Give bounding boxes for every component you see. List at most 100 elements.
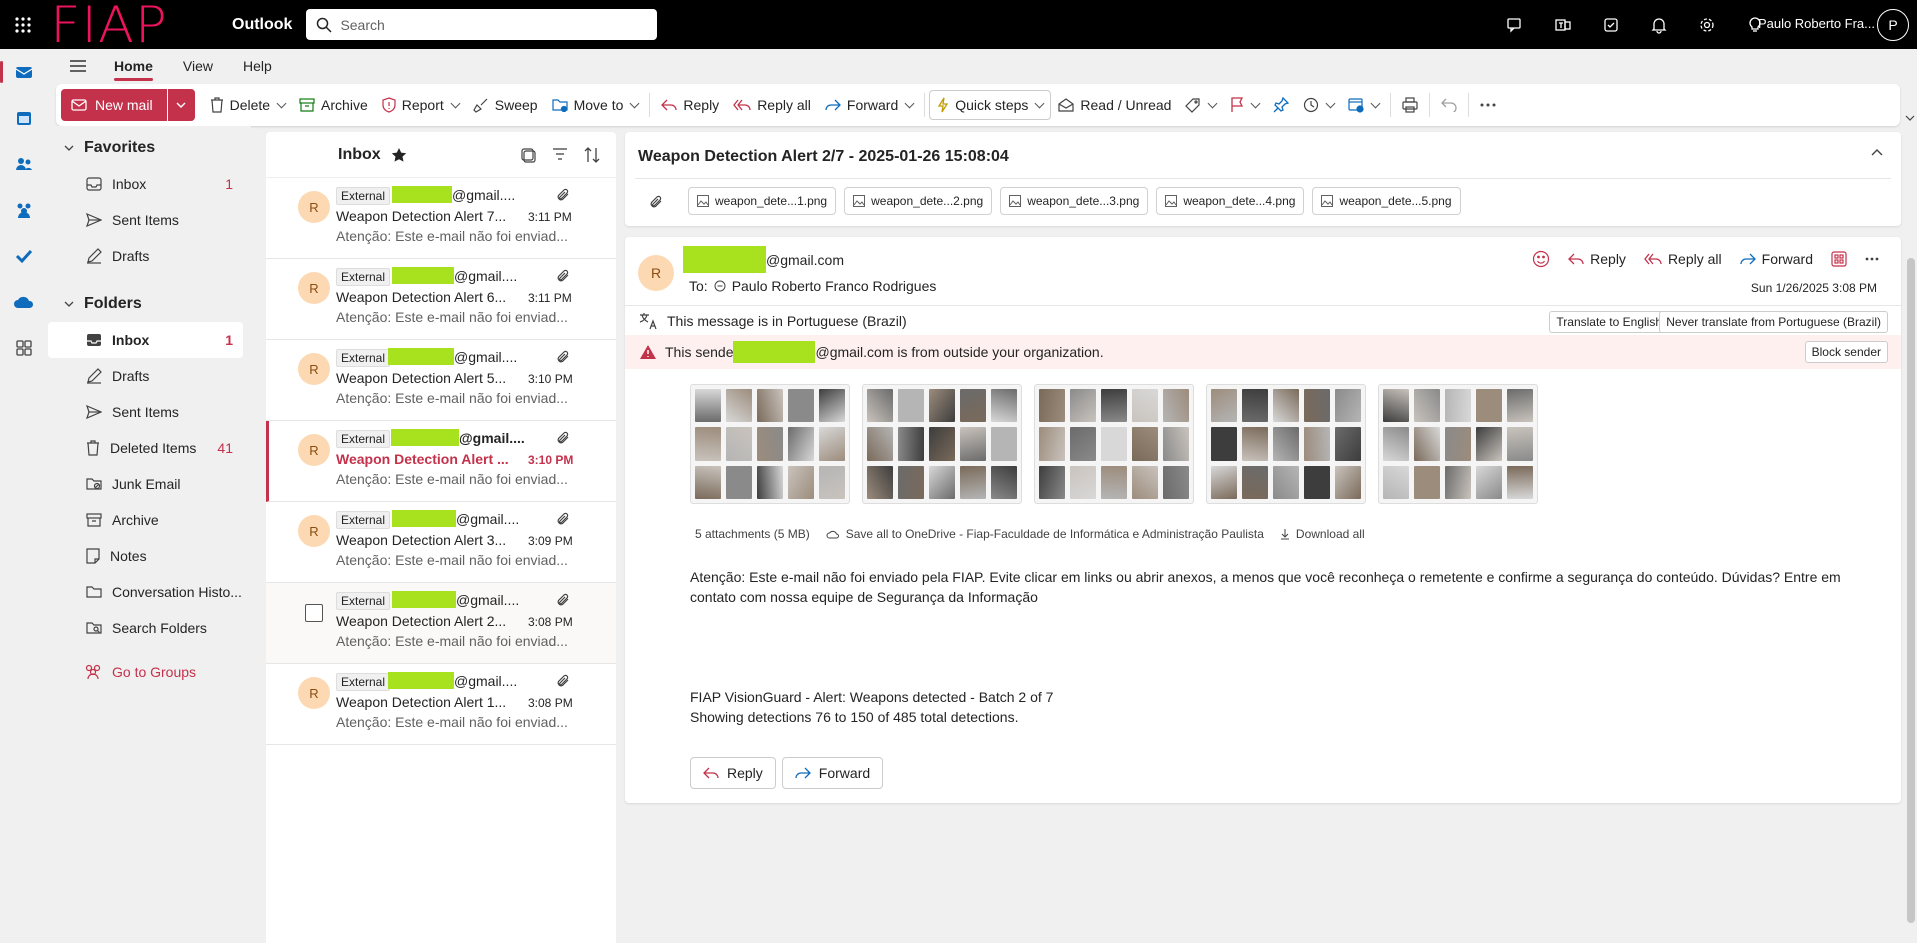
block-sender-button[interactable]: Block sender xyxy=(1804,341,1888,363)
favorite-sent-items[interactable]: Sent Items xyxy=(48,202,243,238)
favorite-drafts[interactable]: Drafts xyxy=(48,238,243,274)
calendar-icon[interactable] xyxy=(0,95,48,141)
forward-button[interactable]: Forward xyxy=(818,89,920,121)
delete-label: Delete xyxy=(229,97,271,113)
download-all-link[interactable]: Download all xyxy=(1280,527,1365,541)
sender: @gmail.... xyxy=(388,348,517,365)
chevron-up-icon[interactable] xyxy=(1871,148,1883,156)
forward-button[interactable]: Forward xyxy=(781,757,884,789)
new-mail-button[interactable]: New mail xyxy=(61,89,167,121)
mail-icon[interactable] xyxy=(0,49,48,95)
flag-button[interactable] xyxy=(1223,89,1266,121)
filter-icon[interactable] xyxy=(552,147,568,161)
sort-icon[interactable] xyxy=(584,146,600,163)
undo-button[interactable] xyxy=(1434,89,1464,121)
ellipsis-icon[interactable] xyxy=(1865,257,1879,261)
favorite-inbox[interactable]: Inbox 1 xyxy=(48,166,243,202)
star-icon[interactable] xyxy=(391,147,407,163)
teams-chat-icon[interactable] xyxy=(1503,13,1527,37)
folder-notes[interactable]: Notes xyxy=(48,538,243,574)
attachment-chip[interactable]: weapon_dete...4.png xyxy=(1156,187,1305,215)
favorites-section[interactable]: Favorites xyxy=(48,130,251,166)
from-address[interactable]: @gmail.com xyxy=(683,246,844,273)
teams-icon[interactable] xyxy=(1551,13,1575,37)
message-item[interactable]: R External @gmail.... Weapon Detection A… xyxy=(266,178,616,259)
save-to-onedrive-link[interactable]: Save all to OneDrive - Fiap-Faculdade de… xyxy=(826,527,1264,541)
reply-action[interactable]: Reply xyxy=(1568,251,1626,267)
delete-button[interactable]: Delete xyxy=(203,89,292,121)
attachment-thumbnail[interactable] xyxy=(1206,384,1366,504)
reply-button[interactable]: Reply xyxy=(654,89,726,121)
groups-icon[interactable] xyxy=(0,187,48,233)
message-item[interactable]: External @gmail.... Weapon Detection Ale… xyxy=(266,583,616,664)
message-item[interactable]: R External @gmail.... Weapon Detection A… xyxy=(266,664,616,745)
more-options-button[interactable] xyxy=(1473,89,1503,121)
hamburger-menu-icon[interactable] xyxy=(56,59,100,73)
app-launcher-icon[interactable] xyxy=(0,0,46,49)
attachment-thumbnail[interactable] xyxy=(862,384,1022,504)
pin-button[interactable] xyxy=(1266,89,1296,121)
folder-sent-items[interactable]: Sent Items xyxy=(48,394,243,430)
expand-ribbon-icon[interactable] xyxy=(1905,108,1915,124)
sweep-button[interactable]: Sweep xyxy=(466,89,545,121)
attachment-chip[interactable]: weapon_dete...1.png xyxy=(688,187,837,215)
report-button[interactable]: Report xyxy=(375,89,466,121)
message-item[interactable]: R External @gmail.... Weapon Detection A… xyxy=(266,502,616,583)
attachment-chip[interactable]: weapon_dete...3.png xyxy=(1000,187,1149,215)
folder-junk-email[interactable]: Junk Email xyxy=(48,466,243,502)
folder-drafts[interactable]: Drafts xyxy=(48,358,243,394)
message-item[interactable]: R External @gmail.... Weapon Detection A… xyxy=(266,259,616,340)
image-file-icon xyxy=(697,195,709,207)
attachment-thumbnail[interactable] xyxy=(1034,384,1194,504)
select-mode-icon[interactable] xyxy=(520,147,536,163)
people-icon[interactable] xyxy=(0,141,48,187)
folders-section[interactable]: Folders xyxy=(48,286,251,322)
todo-icon[interactable] xyxy=(0,233,48,279)
never-translate-button[interactable]: Never translate from Portuguese (Brazil) xyxy=(1659,311,1888,333)
tab-help[interactable]: Help xyxy=(243,49,272,83)
attachment-chip[interactable]: weapon_dete...5.png xyxy=(1312,187,1461,215)
tag-button[interactable] xyxy=(1178,89,1223,121)
snooze-button[interactable] xyxy=(1296,89,1341,121)
reading-pane-scrollbar[interactable] xyxy=(1907,258,1915,923)
apps-grid-icon[interactable] xyxy=(1831,251,1847,267)
emoji-icon[interactable] xyxy=(1532,250,1550,268)
onedrive-icon[interactable] xyxy=(0,279,48,325)
fiap-logo: FIAP xyxy=(50,0,168,54)
message-item-selected[interactable]: R External @gmail.... Weapon Detection A… xyxy=(266,421,616,502)
folder-deleted-items[interactable]: Deleted Items 41 xyxy=(48,430,243,466)
read-unread-button[interactable]: Read / Unread xyxy=(1051,89,1178,121)
forward-action[interactable]: Forward xyxy=(1739,251,1813,267)
my-day-icon[interactable] xyxy=(1599,13,1623,37)
policy-button[interactable] xyxy=(1341,89,1386,121)
select-checkbox[interactable] xyxy=(305,604,323,622)
message-item[interactable]: R External @gmail.... Weapon Detection A… xyxy=(266,340,616,421)
folder-inbox[interactable]: Inbox 1 xyxy=(48,322,243,358)
reply-all-button[interactable]: Reply all xyxy=(726,89,818,121)
quick-steps-button[interactable]: Quick steps xyxy=(929,90,1052,120)
new-mail-dropdown[interactable] xyxy=(166,89,195,121)
folder-search-folders[interactable]: Search Folders xyxy=(48,610,243,646)
search-box[interactable]: Search xyxy=(306,9,658,40)
go-to-groups-link[interactable]: Go to Groups xyxy=(48,654,243,690)
folder-conversation-history[interactable]: Conversation Histo... xyxy=(48,574,243,610)
user-avatar[interactable]: P xyxy=(1877,9,1909,41)
user-name[interactable]: Paulo Roberto Fra... xyxy=(1758,16,1875,31)
attachment-thumbnail[interactable] xyxy=(690,384,850,504)
reply-button[interactable]: Reply xyxy=(690,757,776,789)
print-button[interactable] xyxy=(1395,89,1425,121)
attachment-thumbnail[interactable] xyxy=(1378,384,1538,504)
attachment-chip[interactable]: weapon_dete...2.png xyxy=(844,187,993,215)
tab-view[interactable]: View xyxy=(183,49,213,83)
folder-archive[interactable]: Archive xyxy=(48,502,243,538)
translate-to-english-button[interactable]: Translate to English xyxy=(1549,311,1669,333)
reply-all-action[interactable]: Reply all xyxy=(1644,251,1722,267)
more-apps-icon[interactable] xyxy=(0,325,48,371)
archive-button[interactable]: Archive xyxy=(292,89,375,121)
move-to-button[interactable]: Move to xyxy=(545,89,646,121)
recipient-name[interactable]: Paulo Roberto Franco Rodrigues xyxy=(732,278,937,294)
app-name[interactable]: Outlook xyxy=(232,16,292,34)
bell-icon[interactable] xyxy=(1647,13,1671,37)
gear-icon[interactable] xyxy=(1695,13,1719,37)
tab-home[interactable]: Home xyxy=(114,49,153,83)
